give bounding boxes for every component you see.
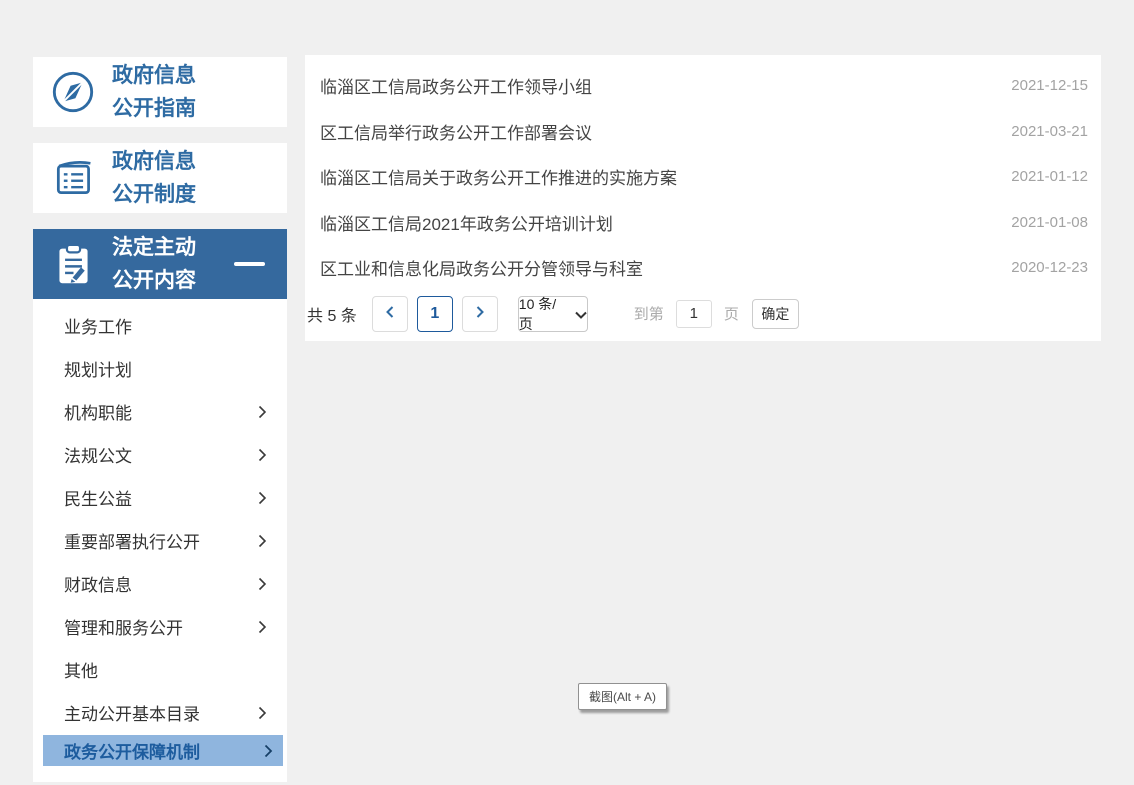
article-link[interactable]: 临淄区工信局2021年政务公开培训计划	[320, 210, 613, 235]
prev-page-button[interactable]	[372, 296, 408, 332]
menu-item-label: 政务公开保障机制	[64, 738, 200, 763]
goto-page-input[interactable]	[676, 300, 712, 328]
menu-item-label: 法规公文	[64, 442, 132, 467]
sidebar-menu-item-2[interactable]: 规划计划	[33, 347, 287, 390]
article-row-3[interactable]: 临淄区工信局关于政务公开工作推进的实施方案 2021-01-12	[305, 154, 1101, 200]
menu-item-label: 财政信息	[64, 571, 132, 596]
total-count-label: 共 5 条	[307, 302, 357, 326]
content-panel: 临淄区工信局政务公开工作领导小组 2021-12-15 区工信局举行政务公开工作…	[305, 55, 1101, 341]
article-date: 2021-01-08	[1011, 214, 1088, 231]
article-link[interactable]: 临淄区工信局政务公开工作领导小组	[320, 73, 592, 98]
article-row-4[interactable]: 临淄区工信局2021年政务公开培训计划 2021-01-08	[305, 200, 1101, 246]
article-row-1[interactable]: 临淄区工信局政务公开工作领导小组 2021-12-15	[305, 63, 1101, 109]
sidebar-menu-item-8[interactable]: 管理和服务公开	[33, 605, 287, 648]
sidebar-item-statutory-disclosure[interactable]: 法定主动 公开内容	[33, 229, 287, 299]
chevron-down-icon	[575, 306, 587, 322]
chevron-right-icon	[258, 448, 267, 462]
sidebar-menu-item-7[interactable]: 财政信息	[33, 562, 287, 605]
menu-item-label: 业务工作	[64, 313, 132, 338]
pagination: 共 5 条 1 10 条/页 到第 页 确定	[305, 296, 1101, 332]
sidebar-menu-item-6[interactable]: 重要部署执行公开	[33, 519, 287, 562]
article-row-5[interactable]: 区工业和信息化局政务公开分管领导与科室 2020-12-23	[305, 245, 1101, 291]
menu-item-label: 管理和服务公开	[64, 614, 183, 639]
sidebar-menu-item-11[interactable]: 政务公开保障机制	[43, 735, 283, 766]
sidebar-item-guide[interactable]: 政府信息 公开指南	[33, 57, 287, 127]
clipboard-pencil-icon	[50, 241, 96, 287]
compass-icon	[50, 69, 96, 115]
chevron-right-icon	[258, 706, 267, 720]
menu-item-label: 民生公益	[64, 485, 132, 510]
sidebar-menu-item-10[interactable]: 主动公开基本目录	[33, 691, 287, 734]
sidebar-item-system[interactable]: 政府信息 公开制度	[33, 143, 287, 213]
chevron-right-icon	[258, 491, 267, 505]
menu-item-label: 重要部署执行公开	[64, 528, 200, 553]
chevron-right-icon	[258, 620, 267, 634]
article-date: 2021-12-15	[1011, 77, 1088, 94]
sidebar-menu-item-3[interactable]: 机构职能	[33, 390, 287, 433]
menu-item-label: 其他	[64, 657, 98, 682]
article-link[interactable]: 区工业和信息化局政务公开分管领导与科室	[320, 255, 643, 280]
article-date: 2021-03-21	[1011, 123, 1088, 140]
sidebar-menu-item-1[interactable]: 业务工作	[33, 304, 287, 347]
sidebar-item-statutory-disclosure-label: 法定主动 公开内容	[112, 231, 196, 297]
article-row-2[interactable]: 区工信局举行政务公开工作部署会议 2021-03-21	[305, 109, 1101, 155]
goto-suffix-label: 页	[724, 303, 739, 324]
chevron-left-icon	[384, 305, 396, 322]
sidebar: 政府信息 公开指南 政府信息 公开制度	[33, 57, 287, 782]
book-icon	[50, 155, 96, 201]
chevron-right-icon	[258, 405, 267, 419]
sidebar-menu: 业务工作 规划计划 机构职能 法规公文 民生公益 重要部署执行公开	[33, 299, 287, 782]
screenshot-tooltip: 截图(Alt + A)	[578, 683, 667, 710]
chevron-right-icon	[258, 577, 267, 591]
chevron-right-icon	[264, 744, 273, 758]
next-page-button[interactable]	[462, 296, 498, 332]
minus-icon[interactable]	[234, 262, 265, 266]
sidebar-item-guide-label: 政府信息 公开指南	[112, 59, 196, 125]
article-date: 2020-12-23	[1011, 259, 1088, 276]
sidebar-menu-item-5[interactable]: 民生公益	[33, 476, 287, 519]
chevron-right-icon	[474, 305, 486, 322]
confirm-button[interactable]: 确定	[752, 299, 799, 329]
article-link[interactable]: 临淄区工信局关于政务公开工作推进的实施方案	[320, 164, 677, 189]
sidebar-menu-item-9[interactable]: 其他	[33, 648, 287, 691]
page-size-select[interactable]: 10 条/页	[518, 296, 588, 332]
menu-item-label: 规划计划	[64, 356, 132, 381]
article-link[interactable]: 区工信局举行政务公开工作部署会议	[320, 119, 592, 144]
current-page-button[interactable]: 1	[417, 296, 453, 332]
sidebar-menu-item-4[interactable]: 法规公文	[33, 433, 287, 476]
menu-item-label: 主动公开基本目录	[64, 700, 200, 725]
sidebar-item-system-label: 政府信息 公开制度	[112, 145, 196, 211]
chevron-right-icon	[258, 534, 267, 548]
page-size-value: 10 条/页	[519, 294, 569, 334]
menu-item-label: 机构职能	[64, 399, 132, 424]
goto-prefix-label: 到第	[634, 303, 664, 324]
article-date: 2021-01-12	[1011, 168, 1088, 185]
